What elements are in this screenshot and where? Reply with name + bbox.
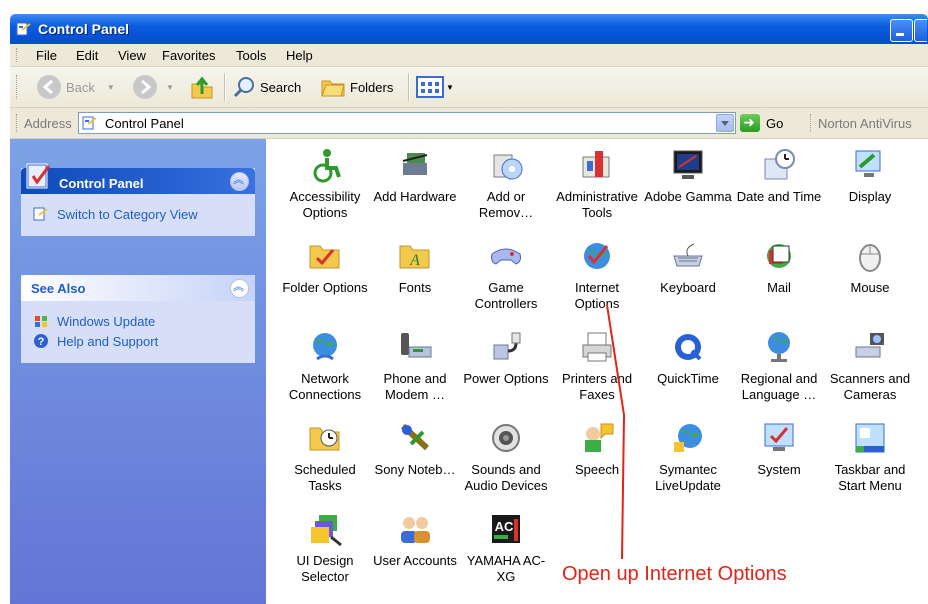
go-arrow-icon	[740, 114, 760, 132]
control-panel-window: Control Panel File Edit View Favorites T…	[10, 14, 928, 604]
title-bar[interactable]: Control Panel	[10, 14, 928, 44]
address-grip	[16, 114, 19, 132]
norton-grip	[810, 114, 813, 132]
menu-file[interactable]: File	[36, 48, 57, 63]
standard-toolbar: Back ▼ ▼ Search Folders ▼	[10, 67, 928, 108]
forward-dropdown-icon[interactable]: ▼	[166, 83, 174, 92]
toolbar-grip	[16, 75, 19, 99]
forward-button[interactable]: ▼	[132, 75, 174, 99]
content-area: Control Panel Switch to Category View Se…	[10, 139, 928, 604]
folders-icon	[321, 80, 345, 97]
address-bar: Address Control Panel Go Norton AntiViru…	[10, 108, 928, 139]
menu-tools[interactable]: Tools	[236, 48, 266, 63]
toolbar-separator	[224, 73, 226, 101]
menu-edit[interactable]: Edit	[76, 48, 98, 63]
back-arrow-icon	[37, 75, 61, 99]
up-folder-icon	[191, 76, 213, 99]
back-dropdown-icon[interactable]: ▼	[107, 83, 115, 92]
address-input[interactable]: Control Panel	[78, 112, 736, 134]
toolbar-separator-2	[408, 73, 410, 101]
address-value: Control Panel	[105, 116, 184, 131]
folders-button[interactable]: Folders	[320, 75, 393, 99]
go-button[interactable]: Go	[740, 113, 783, 133]
menu-help[interactable]: Help	[286, 48, 313, 63]
annotation-text: Open up Internet Options	[562, 563, 787, 585]
maximize-button[interactable]	[914, 19, 927, 42]
address-label: Address	[24, 116, 72, 131]
annotation-arrow-line	[606, 304, 626, 560]
control-panel-small-icon	[82, 116, 97, 130]
back-button[interactable]: Back ▼	[36, 75, 115, 99]
address-dropdown-icon[interactable]	[716, 114, 734, 132]
up-folder-button[interactable]	[188, 75, 216, 99]
search-icon	[233, 77, 254, 98]
menu-grip	[16, 48, 19, 62]
menu-favorites[interactable]: Favorites	[162, 48, 215, 63]
minimize-button[interactable]	[890, 19, 913, 42]
control-panel-icon	[16, 22, 31, 36]
menu-bar: File Edit View Favorites Tools Help	[10, 44, 928, 67]
views-icon	[416, 76, 444, 98]
search-button[interactable]: Search	[232, 75, 301, 99]
window-title: Control Panel	[38, 21, 130, 37]
forward-arrow-icon	[133, 75, 157, 99]
norton-antivirus-toolbar[interactable]: Norton AntiVirus	[818, 116, 912, 131]
views-dropdown-icon[interactable]: ▼	[446, 83, 454, 92]
menu-view[interactable]: View	[118, 48, 146, 63]
views-button[interactable]: ▼	[416, 75, 454, 99]
